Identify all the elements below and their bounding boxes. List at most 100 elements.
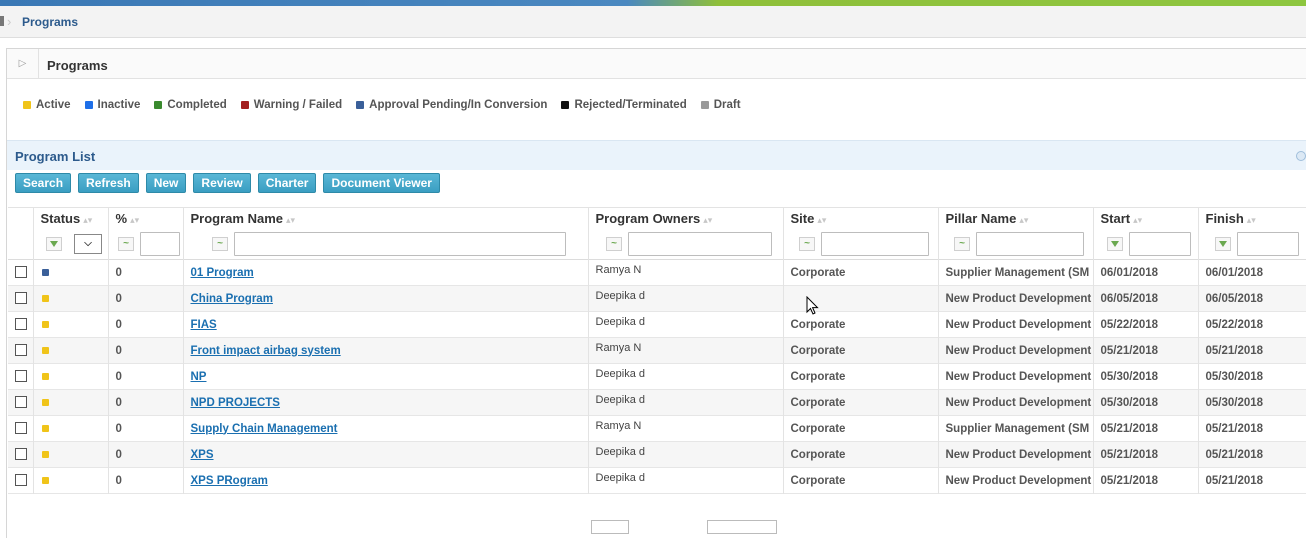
column-header-status[interactable]: Status ▴▾ bbox=[33, 207, 109, 230]
sort-icon[interactable]: ▴▾ bbox=[286, 215, 295, 225]
legend-label: Draft bbox=[713, 99, 741, 111]
program-owners-filter-input[interactable] bbox=[628, 232, 772, 257]
table-row[interactable]: 0 Supply Chain Management Ramya N Corporate… bbox=[8, 415, 1306, 442]
page-size-select[interactable] bbox=[707, 520, 777, 534]
column-header-program-name[interactable]: Program Name ▴▾ bbox=[183, 207, 589, 230]
document-viewer-button[interactable]: Document Viewer bbox=[323, 173, 440, 193]
filter-contains-icon[interactable]: ~ bbox=[954, 237, 970, 252]
program-name-link[interactable]: NP bbox=[191, 371, 207, 383]
row-checkbox[interactable] bbox=[15, 474, 27, 487]
column-header-percent[interactable]: % ▴▾ bbox=[108, 207, 184, 230]
row-checkbox[interactable] bbox=[15, 448, 27, 461]
status-cell bbox=[33, 363, 109, 390]
row-checkbox[interactable] bbox=[15, 422, 27, 435]
row-checkbox[interactable] bbox=[15, 370, 27, 383]
program-name-link[interactable]: Supply Chain Management bbox=[191, 423, 338, 435]
status-filter-select[interactable]: ⌵ bbox=[74, 234, 102, 255]
status-cell bbox=[33, 285, 109, 312]
collapse-circle-icon[interactable] bbox=[1296, 151, 1306, 161]
program-name-link[interactable]: FIAS bbox=[191, 319, 217, 331]
row-checkbox[interactable] bbox=[15, 292, 27, 305]
column-header-program-owners[interactable]: Program Owners ▴▾ bbox=[588, 207, 784, 230]
percent-cell: 0 bbox=[108, 363, 184, 390]
filter-contains-icon[interactable]: ~ bbox=[606, 237, 622, 252]
column-header-pillar-name[interactable]: Pillar Name ▴▾ bbox=[938, 207, 1094, 230]
finish-filter-input[interactable] bbox=[1236, 232, 1299, 257]
program-name-link[interactable]: 01 Program bbox=[191, 267, 254, 279]
program-name-link[interactable]: NPD PROJECTS bbox=[191, 397, 280, 409]
select-filter-cell bbox=[8, 229, 34, 260]
sort-icon[interactable]: ▴▾ bbox=[130, 215, 139, 225]
row-checkbox[interactable] bbox=[15, 344, 27, 357]
select-cell bbox=[8, 337, 34, 364]
sort-icon[interactable]: ▴▾ bbox=[703, 215, 712, 225]
row-checkbox[interactable] bbox=[15, 266, 27, 279]
filter-funnel-icon[interactable] bbox=[1107, 237, 1123, 252]
start-cell: 05/21/2018 bbox=[1093, 337, 1199, 364]
refresh-button[interactable]: Refresh bbox=[78, 173, 139, 193]
table-row[interactable]: 0 Front impact airbag system Ramya N Corpor… bbox=[8, 337, 1306, 364]
finish-cell: 05/21/2018 bbox=[1198, 415, 1306, 442]
legend-label: Inactive bbox=[97, 99, 141, 111]
finish-filter-cell bbox=[1198, 229, 1306, 260]
legend-label: Rejected/Terminated bbox=[574, 99, 687, 111]
status-indicator bbox=[41, 268, 49, 276]
page-number-input[interactable] bbox=[591, 520, 629, 534]
program-name-link[interactable]: Front impact airbag system bbox=[191, 345, 341, 357]
pillar-cell: New Product Development bbox=[938, 389, 1094, 416]
review-button[interactable]: Review bbox=[193, 173, 251, 193]
legend-label: Active bbox=[36, 99, 71, 111]
table-row[interactable]: 0 China Program Deepika d New Product Devel… bbox=[8, 285, 1306, 312]
site-cell: Corporate bbox=[783, 415, 939, 442]
percent-filter-cell: ~ bbox=[108, 229, 184, 260]
table-row[interactable]: 0 NPD PROJECTS Deepika d Corporate New Produ… bbox=[8, 389, 1306, 416]
percent-cell: 0 bbox=[108, 415, 184, 442]
filter-funnel-icon[interactable] bbox=[1214, 237, 1231, 252]
expand-toggle-icon[interactable]: ▷ bbox=[7, 49, 39, 79]
column-header-start[interactable]: Start ▴▾ bbox=[1093, 207, 1199, 230]
program-name-cell: Supply Chain Management bbox=[183, 415, 589, 442]
table-row[interactable]: 0 XPS Deepika d Corporate New Product Devel… bbox=[8, 441, 1306, 468]
legend-swatch bbox=[700, 101, 709, 109]
filter-funnel-icon[interactable] bbox=[46, 237, 62, 252]
start-filter-input[interactable] bbox=[1129, 232, 1191, 257]
program-name-filter-input[interactable] bbox=[234, 232, 566, 257]
pillar-cell: New Product Development bbox=[938, 467, 1094, 494]
site-cell: Corporate bbox=[783, 467, 939, 494]
program-name-link[interactable]: XPS PRogram bbox=[191, 475, 268, 487]
row-checkbox[interactable] bbox=[15, 318, 27, 331]
program-name-link[interactable]: XPS bbox=[191, 449, 214, 461]
site-cell: Corporate bbox=[783, 337, 939, 364]
table-row[interactable]: 0 FIAS Deepika d Corporate New Product Devel… bbox=[8, 311, 1306, 338]
breadcrumb-current[interactable]: Programs bbox=[22, 15, 78, 29]
pillar-name-filter-input[interactable] bbox=[976, 232, 1084, 257]
home-icon[interactable] bbox=[0, 16, 4, 26]
percent-filter-input[interactable] bbox=[140, 232, 180, 257]
sort-icon[interactable]: ▴▾ bbox=[817, 215, 826, 225]
filter-contains-icon[interactable]: ~ bbox=[799, 237, 815, 252]
owner-cell: Deepika d bbox=[588, 441, 784, 468]
search-button[interactable]: Search bbox=[15, 173, 72, 193]
table-row[interactable]: 0 XPS PRogram Deepika d Corporate New Produc… bbox=[8, 467, 1306, 494]
row-checkbox[interactable] bbox=[15, 396, 27, 409]
table-row[interactable]: 0 01 Program Ramya N Corporate Supplier Mana… bbox=[8, 259, 1306, 286]
sort-icon[interactable]: ▴▾ bbox=[1247, 215, 1256, 225]
column-header-site[interactable]: Site ▴▾ bbox=[783, 207, 939, 230]
sort-icon[interactable]: ▴▾ bbox=[1133, 215, 1142, 225]
status-cell bbox=[33, 389, 109, 416]
program-name-link[interactable]: China Program bbox=[191, 293, 273, 305]
legend-label: Approval Pending/In Conversion bbox=[369, 99, 548, 111]
pillar-filter-cell: ~ bbox=[938, 229, 1094, 260]
site-filter-input[interactable] bbox=[821, 232, 929, 257]
filter-contains-icon[interactable]: ~ bbox=[118, 237, 134, 252]
new-button[interactable]: New bbox=[145, 173, 187, 193]
legend-swatch bbox=[561, 101, 570, 109]
column-header-finish[interactable]: Finish ▴▾ bbox=[1198, 207, 1306, 230]
sort-icon[interactable]: ▴▾ bbox=[1019, 215, 1028, 225]
sort-icon[interactable]: ▴▾ bbox=[83, 215, 92, 225]
charter-button[interactable]: Charter bbox=[257, 173, 317, 193]
select-cell bbox=[8, 285, 34, 312]
table-row[interactable]: 0 NP Deepika d Corporate New Product Develop… bbox=[8, 363, 1306, 390]
filter-contains-icon[interactable]: ~ bbox=[212, 237, 228, 252]
legend-item: Approval Pending/In Conversion bbox=[356, 99, 547, 111]
